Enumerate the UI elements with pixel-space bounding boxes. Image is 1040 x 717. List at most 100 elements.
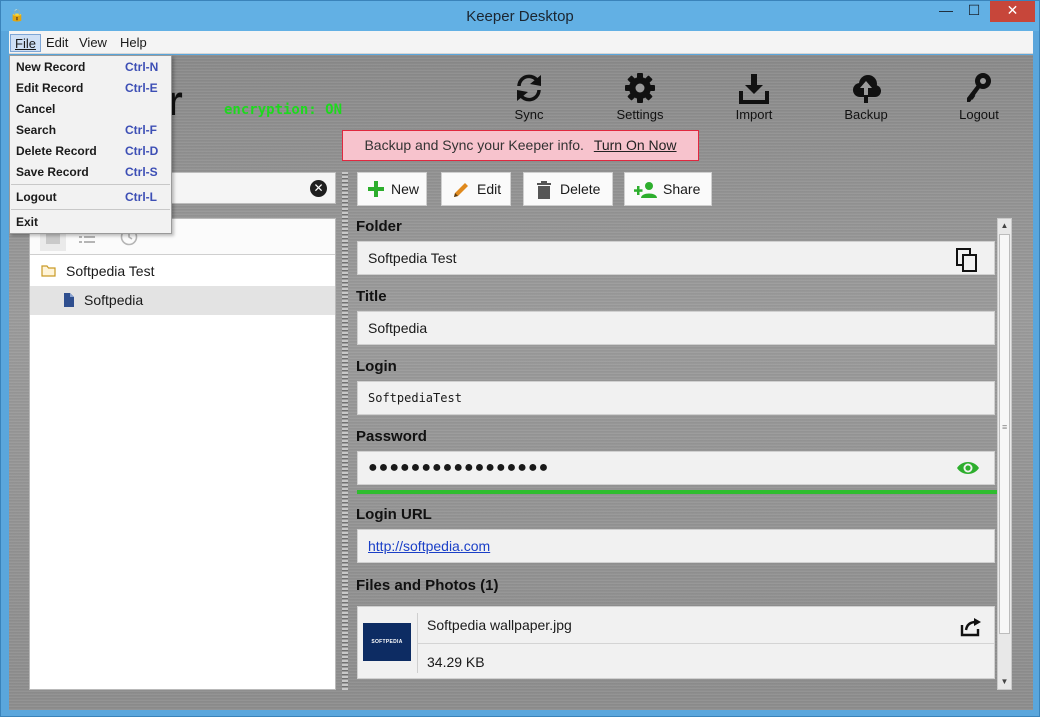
- folder-icon: [41, 265, 56, 277]
- file-attachment-row[interactable]: SOFTPEDIA Softpedia wallpaper.jpg 34.29 …: [357, 606, 995, 679]
- turn-on-now-link[interactable]: Turn On Now: [594, 137, 677, 153]
- logout-label: Logout: [959, 107, 999, 122]
- menu-help[interactable]: Help: [116, 34, 151, 52]
- menu-item-label: Exit: [16, 215, 39, 229]
- settings-label: Settings: [616, 107, 664, 122]
- panel-splitter[interactable]: [342, 172, 348, 690]
- scroll-up-arrow-icon[interactable]: ▲: [998, 219, 1011, 233]
- share-label: Share: [663, 181, 701, 197]
- password-value: ●●●●●●●●●●●●●●●●●: [368, 459, 550, 476]
- menu-separator: [11, 184, 170, 185]
- menu-item-label: New Record: [16, 60, 86, 74]
- copy-icon[interactable]: [956, 248, 978, 272]
- sync-button[interactable]: Sync: [489, 71, 569, 122]
- title-bar[interactable]: 🔒 Keeper Desktop — ☐ ✕: [1, 1, 1039, 31]
- banner-text: Backup and Sync your Keeper info.: [364, 137, 584, 153]
- password-strength-bar: [357, 490, 997, 494]
- eye-icon[interactable]: [956, 459, 980, 477]
- details-scrollbar[interactable]: ▲ ≡ ▼: [997, 218, 1012, 690]
- login-field: SoftpediaTest: [357, 381, 995, 415]
- password-field: ●●●●●●●●●●●●●●●●●: [357, 451, 995, 485]
- title-label: Title: [356, 288, 387, 305]
- minimize-button[interactable]: —: [932, 1, 960, 22]
- menu-item-cancel[interactable]: Cancel: [10, 99, 171, 120]
- delete-label: Delete: [560, 181, 601, 197]
- open-external-icon[interactable]: [960, 617, 982, 637]
- menu-item-label: Cancel: [16, 102, 56, 116]
- menu-item-search[interactable]: Search Ctrl-F: [10, 120, 171, 141]
- folder-field: Softpedia Test: [357, 241, 995, 275]
- key-icon: [967, 73, 991, 102]
- menu-item-logout[interactable]: Logout Ctrl-L: [10, 187, 171, 208]
- maximize-button[interactable]: ☐: [960, 1, 988, 22]
- new-button[interactable]: New: [357, 172, 427, 206]
- scroll-down-arrow-icon[interactable]: ▼: [998, 675, 1011, 689]
- edit-label: Edit: [477, 181, 502, 197]
- trash-icon: [537, 181, 551, 199]
- menu-item-shortcut: Ctrl-N: [125, 60, 159, 74]
- gear-icon: [625, 73, 655, 103]
- plus-icon: [368, 181, 384, 197]
- menu-item-edit-record[interactable]: Edit Record Ctrl-E: [10, 78, 171, 99]
- menu-separator: [11, 209, 170, 210]
- menu-item-label: Logout: [16, 190, 57, 204]
- tree-record-label: Softpedia: [84, 292, 144, 308]
- sync-icon: [517, 74, 541, 102]
- menu-item-exit[interactable]: Exit: [10, 212, 171, 233]
- settings-button[interactable]: Settings: [600, 71, 680, 122]
- file-menu-dropdown: New Record Ctrl-N Edit Record Ctrl-E Can…: [9, 55, 172, 234]
- menu-item-shortcut: Ctrl-D: [125, 144, 159, 158]
- close-button[interactable]: ✕: [990, 1, 1035, 22]
- delete-button[interactable]: Delete: [523, 172, 613, 206]
- tree-folder-label: Softpedia Test: [66, 263, 155, 279]
- file-thumbnail: SOFTPEDIA: [363, 623, 411, 661]
- folder-value: Softpedia Test: [368, 250, 457, 266]
- share-button[interactable]: Share: [624, 172, 712, 206]
- menu-item-label: Save Record: [16, 165, 89, 179]
- menu-item-shortcut: Ctrl-E: [125, 81, 158, 95]
- menu-item-label: Edit Record: [16, 81, 84, 95]
- file-name: Softpedia wallpaper.jpg: [427, 617, 572, 633]
- app-window: 🔒 Keeper Desktop — ☐ ✕ File Edit View He…: [0, 0, 1040, 717]
- menu-item-new-record[interactable]: New Record Ctrl-N: [10, 57, 171, 78]
- password-label: Password: [356, 428, 427, 445]
- edit-button[interactable]: Edit: [441, 172, 511, 206]
- login-url-link[interactable]: http://softpedia.com: [368, 538, 490, 554]
- files-photos-label: Files and Photos (1): [356, 577, 499, 594]
- login-url-label: Login URL: [356, 506, 432, 523]
- menu-item-shortcut: Ctrl-L: [125, 190, 157, 204]
- menu-item-label: Search: [16, 123, 57, 137]
- backup-button[interactable]: Backup: [826, 71, 906, 122]
- menu-item-delete-record[interactable]: Delete Record Ctrl-D: [10, 141, 171, 162]
- scroll-grip-icon: ≡: [1002, 422, 1008, 432]
- logout-button[interactable]: Logout: [939, 71, 1019, 122]
- title-field: Softpedia: [357, 311, 995, 345]
- add-person-icon: [634, 182, 657, 198]
- menu-view[interactable]: View: [75, 34, 111, 52]
- menu-item-save-record[interactable]: Save Record Ctrl-S: [10, 162, 171, 183]
- cloud-upload-icon: [853, 75, 881, 103]
- window-title: Keeper Desktop: [466, 8, 574, 25]
- new-label: New: [391, 181, 420, 197]
- tree-record-row[interactable]: Softpedia: [30, 286, 335, 315]
- clear-search-icon[interactable]: ✕: [310, 180, 327, 197]
- import-label: Import: [735, 107, 773, 122]
- scroll-thumb[interactable]: ≡: [999, 234, 1010, 634]
- record-tree-panel: Softpedia Test Softpedia: [29, 218, 336, 690]
- folder-label: Folder: [356, 218, 402, 235]
- file-divider: [418, 643, 994, 644]
- download-tray-icon: [739, 74, 769, 104]
- menu-item-label: Delete Record: [16, 144, 97, 158]
- menu-edit[interactable]: Edit: [42, 34, 72, 52]
- menu-file[interactable]: File: [10, 34, 41, 52]
- import-button[interactable]: Import: [714, 71, 794, 122]
- sync-label: Sync: [514, 107, 544, 122]
- tree-folder-row[interactable]: Softpedia Test: [30, 257, 335, 286]
- menu-item-shortcut: Ctrl-F: [125, 123, 157, 137]
- file-size: 34.29 KB: [427, 654, 485, 670]
- document-icon: [64, 293, 74, 307]
- pencil-icon: [454, 183, 468, 197]
- menu-bar: File Edit View Help: [9, 31, 1033, 54]
- encryption-status: encryption: ON: [224, 102, 343, 118]
- menu-item-shortcut: Ctrl-S: [125, 165, 158, 179]
